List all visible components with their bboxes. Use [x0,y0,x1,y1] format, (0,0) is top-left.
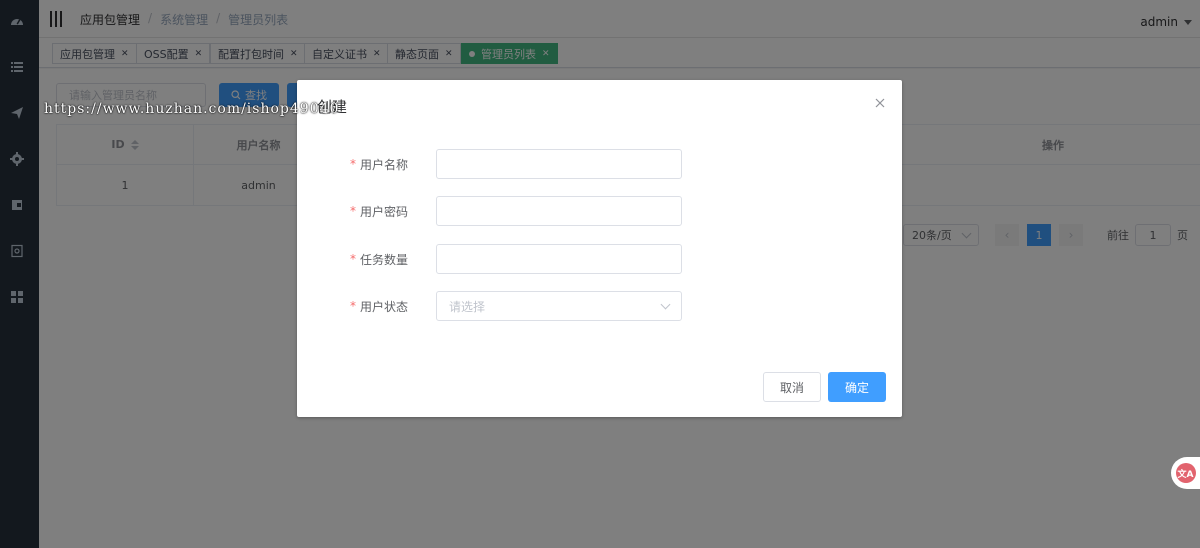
form-label: * 任务数量 [349,252,408,267]
form-label: * 用户密码 [349,204,408,219]
select-placeholder: 请选择 [449,299,486,314]
form-item-username: * 用户名称 [297,149,902,179]
status-select[interactable]: 请选择 [436,291,682,321]
close-icon[interactable] [874,97,886,109]
form-label: * 用户名称 [349,157,408,172]
create-dialog: 创建 * 用户名称 * 用户密码 * 任务数量 * 用户状态 请选择 取消 确定 [297,80,902,417]
form-item-task-count: * 任务数量 [297,244,902,274]
form-item-status: * 用户状态 请选择 [297,291,902,321]
translate-widget[interactable]: 文A [1171,457,1200,489]
task-count-input[interactable] [436,244,682,274]
chevron-down-icon [660,299,671,309]
form-item-password: * 用户密码 [297,196,902,226]
confirm-button[interactable]: 确定 [828,372,886,402]
watermark: https://www.huzhan.com/ishop49040 [44,101,340,117]
password-input[interactable] [436,196,682,226]
translate-icon: 文A [1175,463,1196,483]
cancel-button[interactable]: 取消 [763,372,821,402]
username-input[interactable] [436,149,682,179]
form-label: * 用户状态 [349,299,408,314]
